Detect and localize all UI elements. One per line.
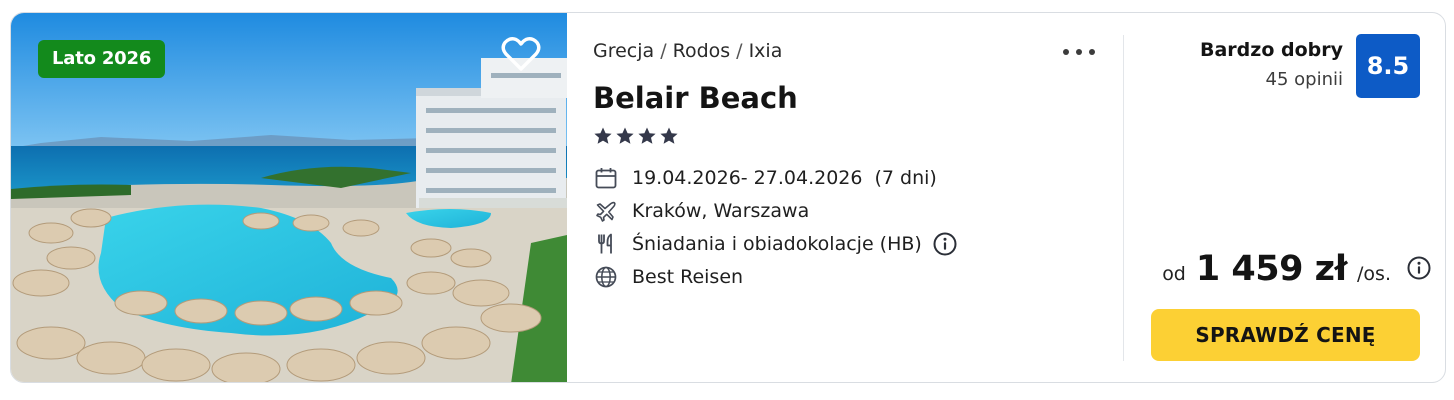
globe-icon (593, 264, 619, 290)
check-price-button[interactable]: SPRAWDŹ CENĘ (1151, 309, 1420, 361)
board-text: Śniadania i obiadokolacje (HB) (632, 232, 922, 255)
heart-outline-icon (501, 37, 541, 71)
star-icon (616, 127, 634, 144)
hotel-stars (593, 126, 679, 146)
fact-operator: Best Reisen (593, 260, 958, 293)
star-icon (638, 127, 656, 144)
breadcrumb-separator: / (736, 40, 743, 62)
duration-text: (7 dni) (874, 166, 937, 189)
offer-facts: 19.04.2026- 27.04.2026 (7 dni) Kraków, W… (593, 161, 958, 293)
rating-label: Bardzo dobry (1199, 39, 1343, 61)
breadcrumb-region[interactable]: Rodos (673, 40, 731, 62)
more-options-button[interactable] (1061, 39, 1097, 63)
offer-details: Grecja / Rodos / Ixia Belair Beach 19.04.202… (567, 13, 1123, 382)
price-unit: /os. (1357, 263, 1391, 285)
price: od 1 459 zł /os. (1162, 249, 1391, 289)
breadcrumb-city[interactable]: Ixia (749, 40, 783, 62)
operator-text: Best Reisen (632, 265, 744, 288)
offer-card[interactable]: Lato 2026 Grecja / Rodos / Ixia Belair Beach (10, 12, 1446, 383)
price-value: 1 459 zł (1195, 249, 1348, 289)
favorite-button[interactable] (499, 34, 543, 74)
price-info-icon[interactable] (1406, 255, 1432, 281)
season-badge: Lato 2026 (38, 40, 166, 78)
rating-score-badge: 8.5 (1356, 34, 1420, 98)
departure-text: Kraków, Warszawa (632, 199, 810, 222)
cutlery-icon (593, 231, 619, 257)
breadcrumb-separator: / (660, 40, 667, 62)
star-icon (660, 127, 678, 144)
price-panel: Bardzo dobry 45 opinii 8.5 od 1 459 zł /… (1124, 13, 1445, 382)
fact-departure: Kraków, Warszawa (593, 194, 958, 227)
price-prefix: od (1162, 263, 1186, 285)
plane-icon (593, 198, 619, 224)
board-info-icon[interactable] (932, 231, 958, 257)
breadcrumb-country[interactable]: Grecja (593, 40, 654, 62)
fact-board: Śniadania i obiadokolacje (HB) (593, 227, 958, 260)
fact-dates: 19.04.2026- 27.04.2026 (7 dni) (593, 161, 958, 194)
review-count[interactable]: 45 opinii (1266, 69, 1343, 90)
hotel-name[interactable]: Belair Beach (593, 81, 798, 115)
dates-text: 19.04.2026- 27.04.2026 (632, 166, 863, 189)
hotel-photo[interactable]: Lato 2026 (11, 13, 567, 382)
calendar-icon (593, 165, 619, 191)
star-icon (594, 127, 612, 144)
breadcrumb: Grecja / Rodos / Ixia (593, 40, 782, 62)
